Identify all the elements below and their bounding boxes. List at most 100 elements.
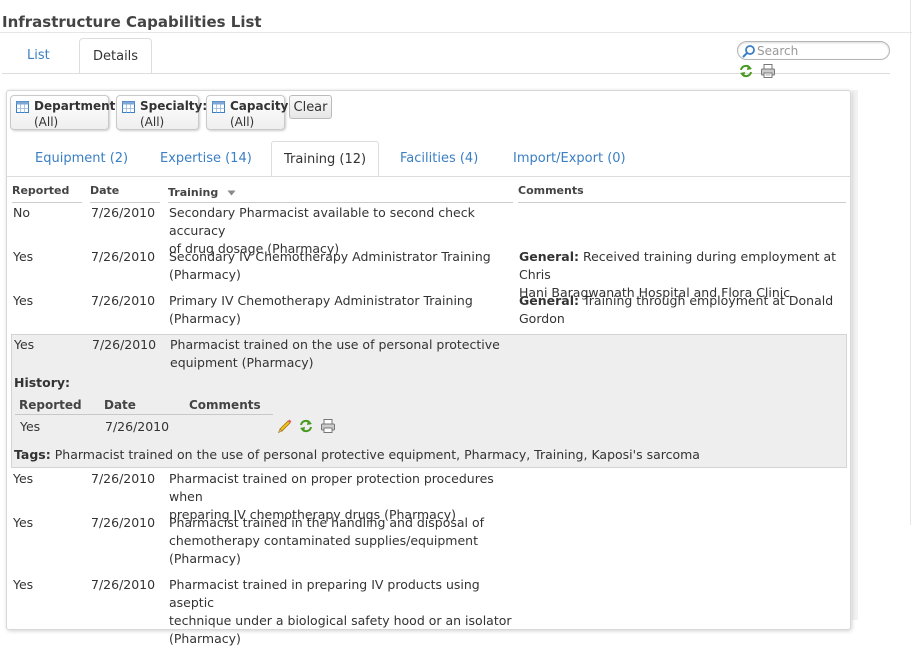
filter-label: Department:	[34, 99, 121, 113]
date-cell: 7/26/2010	[91, 577, 156, 592]
tab-facilities[interactable]: Facilities (4)	[388, 141, 490, 176]
comments-cell: General: Training through employment at …	[519, 292, 847, 328]
date-cell: 7/26/2010	[91, 471, 156, 486]
table-row[interactable]: No 7/26/2010 Secondary Pharmacist availa…	[7, 204, 850, 256]
reported-cell: Yes	[14, 337, 35, 352]
filter-value: (All)	[230, 115, 255, 129]
table-row[interactable]: Yes 7/26/2010 Pharmacist trained on prop…	[7, 470, 850, 522]
sub-tabs-divider	[7, 176, 850, 177]
tab-list[interactable]: List	[14, 38, 63, 73]
training-cell: Pharmacist trained in the handling and d…	[169, 514, 514, 568]
training-line: Primary IV Chemotherapy Administrator Tr…	[169, 293, 473, 308]
calendar-grid-icon	[16, 101, 29, 113]
history-divider	[15, 414, 273, 415]
training-line: equipment (Pharmacy)	[170, 355, 314, 370]
training-cell: Primary IV Chemotherapy Administrator Tr…	[169, 292, 514, 328]
column-rule	[168, 202, 513, 203]
comment-label: General:	[519, 293, 579, 308]
date-cell: 7/26/2010	[92, 337, 157, 352]
tags-label: Tags:	[14, 447, 51, 462]
training-line: (Pharmacy)	[169, 311, 241, 326]
training-line: technique under a biological safety hood…	[169, 613, 512, 628]
training-cell: Pharmacist trained in preparing IV produ…	[169, 576, 514, 648]
reported-cell: Yes	[13, 515, 34, 530]
tab-training[interactable]: Training (12)	[271, 141, 380, 177]
column-header-comments[interactable]: Comments	[518, 184, 584, 197]
column-header-reported[interactable]: Reported	[12, 184, 69, 197]
filter-label: Specialty:	[140, 99, 208, 113]
training-line: Pharmacist trained on the use of persona…	[170, 337, 500, 352]
history-reported-cell: Yes	[20, 419, 41, 434]
details-panel: Department: (All) Specialty: (All) Capac…	[6, 90, 851, 646]
training-cell: Pharmacist trained on the use of persona…	[170, 336, 515, 372]
training-line: (Pharmacy)	[169, 267, 241, 282]
tab-expertise[interactable]: Expertise (14)	[148, 141, 264, 176]
history-label: History:	[14, 375, 71, 390]
print-icon[interactable]	[760, 63, 776, 79]
table-row[interactable]: Yes 7/26/2010 Pharmacist trained in the …	[7, 514, 850, 572]
comment-line: General: Training through employment at …	[519, 292, 847, 310]
column-header-training[interactable]: Training	[168, 186, 236, 199]
reported-cell: Yes	[13, 249, 34, 264]
training-line: Secondary IV Chemotherapy Administrator …	[169, 249, 491, 264]
date-cell: 7/26/2010	[91, 249, 156, 264]
training-line: (Pharmacy)	[169, 631, 241, 646]
expanded-row[interactable]: Yes 7/26/2010 Pharmacist trained on the …	[11, 334, 847, 468]
comment-line: Gordon	[519, 311, 565, 326]
column-rule	[518, 202, 846, 203]
tags-line: Tags: Pharmacist trained on the use of p…	[14, 447, 700, 462]
title-divider	[0, 32, 912, 33]
panel-shadow	[852, 90, 858, 620]
table-row[interactable]: Yes 7/26/2010 Pharmacist trained in prep…	[7, 576, 850, 646]
filter-value: (All)	[140, 115, 165, 129]
page-title: Infrastructure Capabilities List	[2, 13, 262, 31]
refresh-icon[interactable]	[298, 418, 314, 434]
tab-equipment[interactable]: Equipment (2)	[23, 141, 140, 176]
comment-line: General: Received training during employ…	[519, 248, 847, 284]
reported-cell: No	[13, 205, 30, 220]
column-rule	[90, 202, 160, 203]
history-header-comments: Comments	[189, 398, 261, 412]
training-line: chemotherapy contaminated supplies/equip…	[169, 533, 478, 548]
column-rule	[12, 202, 82, 203]
column-header-date[interactable]: Date	[90, 184, 119, 197]
specialty-filter[interactable]: Specialty: (All)	[116, 95, 207, 130]
calendar-grid-icon	[122, 101, 135, 113]
table-row[interactable]: Yes 7/26/2010 Primary IV Chemotherapy Ad…	[7, 292, 850, 332]
sort-down-icon	[227, 190, 236, 196]
table-row[interactable]: Yes 7/26/2010 Secondary IV Chemotherapy …	[7, 248, 850, 300]
reported-cell: Yes	[13, 577, 34, 592]
clear-button[interactable]: Clear	[289, 95, 332, 119]
comment-text: Training through employment at Donald	[582, 293, 834, 308]
training-cell: Secondary IV Chemotherapy Administrator …	[169, 248, 514, 284]
tabs-divider	[2, 73, 890, 74]
column-header-label: Training	[168, 186, 219, 199]
reported-cell: Yes	[13, 471, 34, 486]
capacity-filter[interactable]: Capacity: (All)	[206, 95, 293, 130]
date-cell: 7/26/2010	[91, 515, 156, 530]
tags-text: Pharmacist trained on the use of persona…	[54, 447, 700, 462]
training-line: Pharmacist trained in preparing IV produ…	[169, 577, 480, 610]
pencil-icon[interactable]	[277, 418, 293, 434]
training-line: (Pharmacy)	[169, 551, 241, 566]
department-filter[interactable]: Department: (All)	[10, 95, 120, 130]
date-cell: 7/26/2010	[91, 293, 156, 308]
tab-details[interactable]: Details	[79, 38, 153, 74]
history-header-date: Date	[104, 398, 136, 412]
filter-value: (All)	[34, 115, 59, 129]
reported-cell: Yes	[13, 293, 34, 308]
history-date-cell: 7/26/2010	[105, 419, 170, 434]
training-line: Secondary Pharmacist available to second…	[169, 205, 475, 238]
date-cell: 7/26/2010	[91, 205, 156, 220]
comment-label: General:	[519, 249, 579, 264]
history-header-reported: Reported	[19, 398, 82, 412]
search-input[interactable]	[757, 43, 885, 58]
search-icon[interactable]	[742, 44, 756, 58]
training-line: Pharmacist trained in the handling and d…	[169, 515, 485, 530]
tab-import-export[interactable]: Import/Export (0)	[501, 141, 638, 176]
print-icon[interactable]	[320, 418, 336, 434]
calendar-grid-icon	[212, 101, 225, 113]
refresh-icon[interactable]	[738, 63, 754, 79]
training-line: Pharmacist trained on proper protection …	[169, 471, 494, 504]
right-divider	[910, 0, 911, 525]
